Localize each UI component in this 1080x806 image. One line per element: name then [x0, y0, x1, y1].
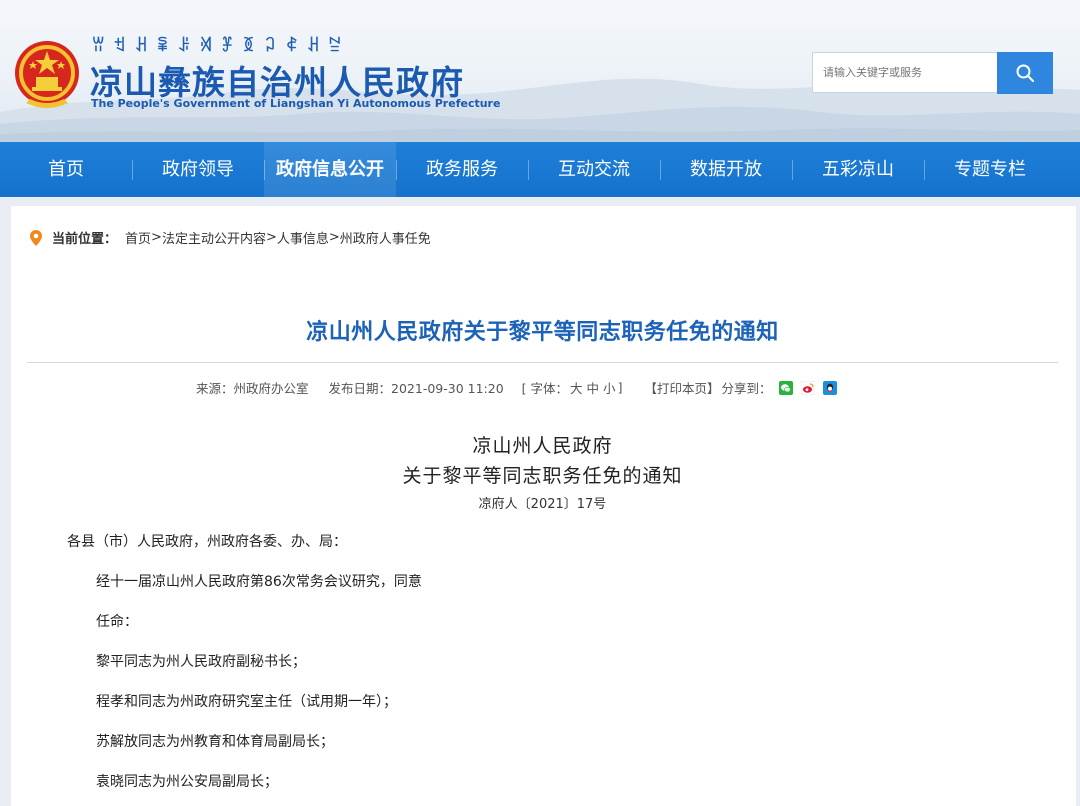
font-size-large-button[interactable]: 大	[570, 378, 583, 397]
nav-item-open-data[interactable]: 数据开放	[660, 142, 792, 197]
search-icon	[1016, 64, 1034, 82]
breadcrumb: 当前位置： 首页 > 法定主动公开内容 > 人事信息 > 州政府人事任免	[30, 228, 431, 247]
site-subtitle: The People's Government of Liangshan Yi …	[91, 97, 501, 110]
nav-item-info-disclosure[interactable]: 政府信息公开	[264, 142, 396, 197]
document-paragraph: 程孝和同志为州政府研究室主任（试用期一年）；	[96, 694, 397, 710]
document-number: 凉府人〔2021〕17号	[478, 497, 607, 512]
document-heading-subject: 关于黎平等同志职务任免的通知	[402, 465, 683, 487]
breadcrumb-public-content[interactable]: 法定主动公开内容	[162, 228, 266, 247]
breadcrumb-label: 当前位置：	[52, 232, 118, 247]
document-paragraph: 任命：	[96, 614, 138, 630]
site-header: ꀕꉬꃅꈜꌠꄉꐞꅉꃀꈉꃅꊂ 凉山彝族自治州人民政府 The People's Go…	[0, 0, 1080, 142]
breadcrumb-separator: >	[328, 230, 340, 245]
main-nav: 首页 政府领导 政府信息公开 政务服务 互动交流 数据开放 五彩凉山 专题专栏	[0, 142, 1080, 197]
article-source: 来源：州政府办公室	[196, 381, 309, 396]
share-label: 分享到：	[721, 381, 772, 396]
breadcrumb-separator: >	[265, 230, 277, 245]
document-addressee: 各县（市）人民政府，州政府各委、办、局：	[67, 534, 347, 550]
document-paragraph: 苏解放同志为州教育和体育局副局长；	[96, 734, 334, 750]
weibo-icon[interactable]	[801, 380, 816, 395]
nav-item-interaction[interactable]: 互动交流	[528, 142, 660, 197]
document-paragraph: 经十一届凉山州人民政府第86次常务会议研究，同意	[96, 574, 422, 590]
content-panel: 当前位置： 首页 > 法定主动公开内容 > 人事信息 > 州政府人事任免 凉山州…	[11, 206, 1076, 806]
article-meta: 来源：州政府办公室 发布日期：2021-09-30 11:20 [ 字体： 大 …	[196, 378, 838, 397]
breadcrumb-personnel-info[interactable]: 人事信息	[277, 228, 329, 247]
font-size-small-button[interactable]: 小	[603, 378, 616, 397]
document-heading-issuer: 凉山州人民政府	[472, 435, 613, 457]
font-size-suffix: ]	[617, 380, 623, 395]
font-size-medium-button[interactable]: 中	[587, 378, 600, 397]
article-title: 凉山州人民政府关于黎平等同志职务任免的通知	[306, 320, 779, 345]
title-divider	[27, 362, 1058, 363]
nav-item-home[interactable]: 首页	[0, 142, 132, 197]
yi-script-title: ꀕꉬꃅꈜꌠꄉꐞꅉꃀꈉꃅꊂ	[92, 36, 350, 55]
print-button[interactable]: 【打印本页】	[644, 378, 719, 397]
search-input[interactable]	[812, 52, 998, 93]
breadcrumb-home[interactable]: 首页	[125, 228, 151, 247]
search-button[interactable]	[997, 52, 1053, 94]
nav-item-topics[interactable]: 专题专栏	[924, 142, 1056, 197]
font-size-prefix: [ 字体：	[521, 381, 569, 396]
location-pin-icon	[30, 229, 42, 246]
breadcrumb-separator: >	[151, 230, 162, 245]
wechat-icon[interactable]	[779, 380, 794, 395]
nav-item-liangshan[interactable]: 五彩凉山	[792, 142, 924, 197]
nav-item-services[interactable]: 政务服务	[396, 142, 528, 197]
breadcrumb-appointments[interactable]: 州政府人事任免	[340, 228, 431, 247]
document-paragraph: 黎平同志为州人民政府副秘书长；	[96, 654, 306, 670]
nav-item-leaders[interactable]: 政府领导	[132, 142, 264, 197]
document-paragraph: 袁晓同志为州公安局副局长；	[96, 774, 278, 790]
qq-icon[interactable]	[823, 380, 838, 395]
national-emblem-icon	[15, 41, 79, 108]
article-date: 发布日期：2021-09-30 11:20	[328, 381, 504, 396]
